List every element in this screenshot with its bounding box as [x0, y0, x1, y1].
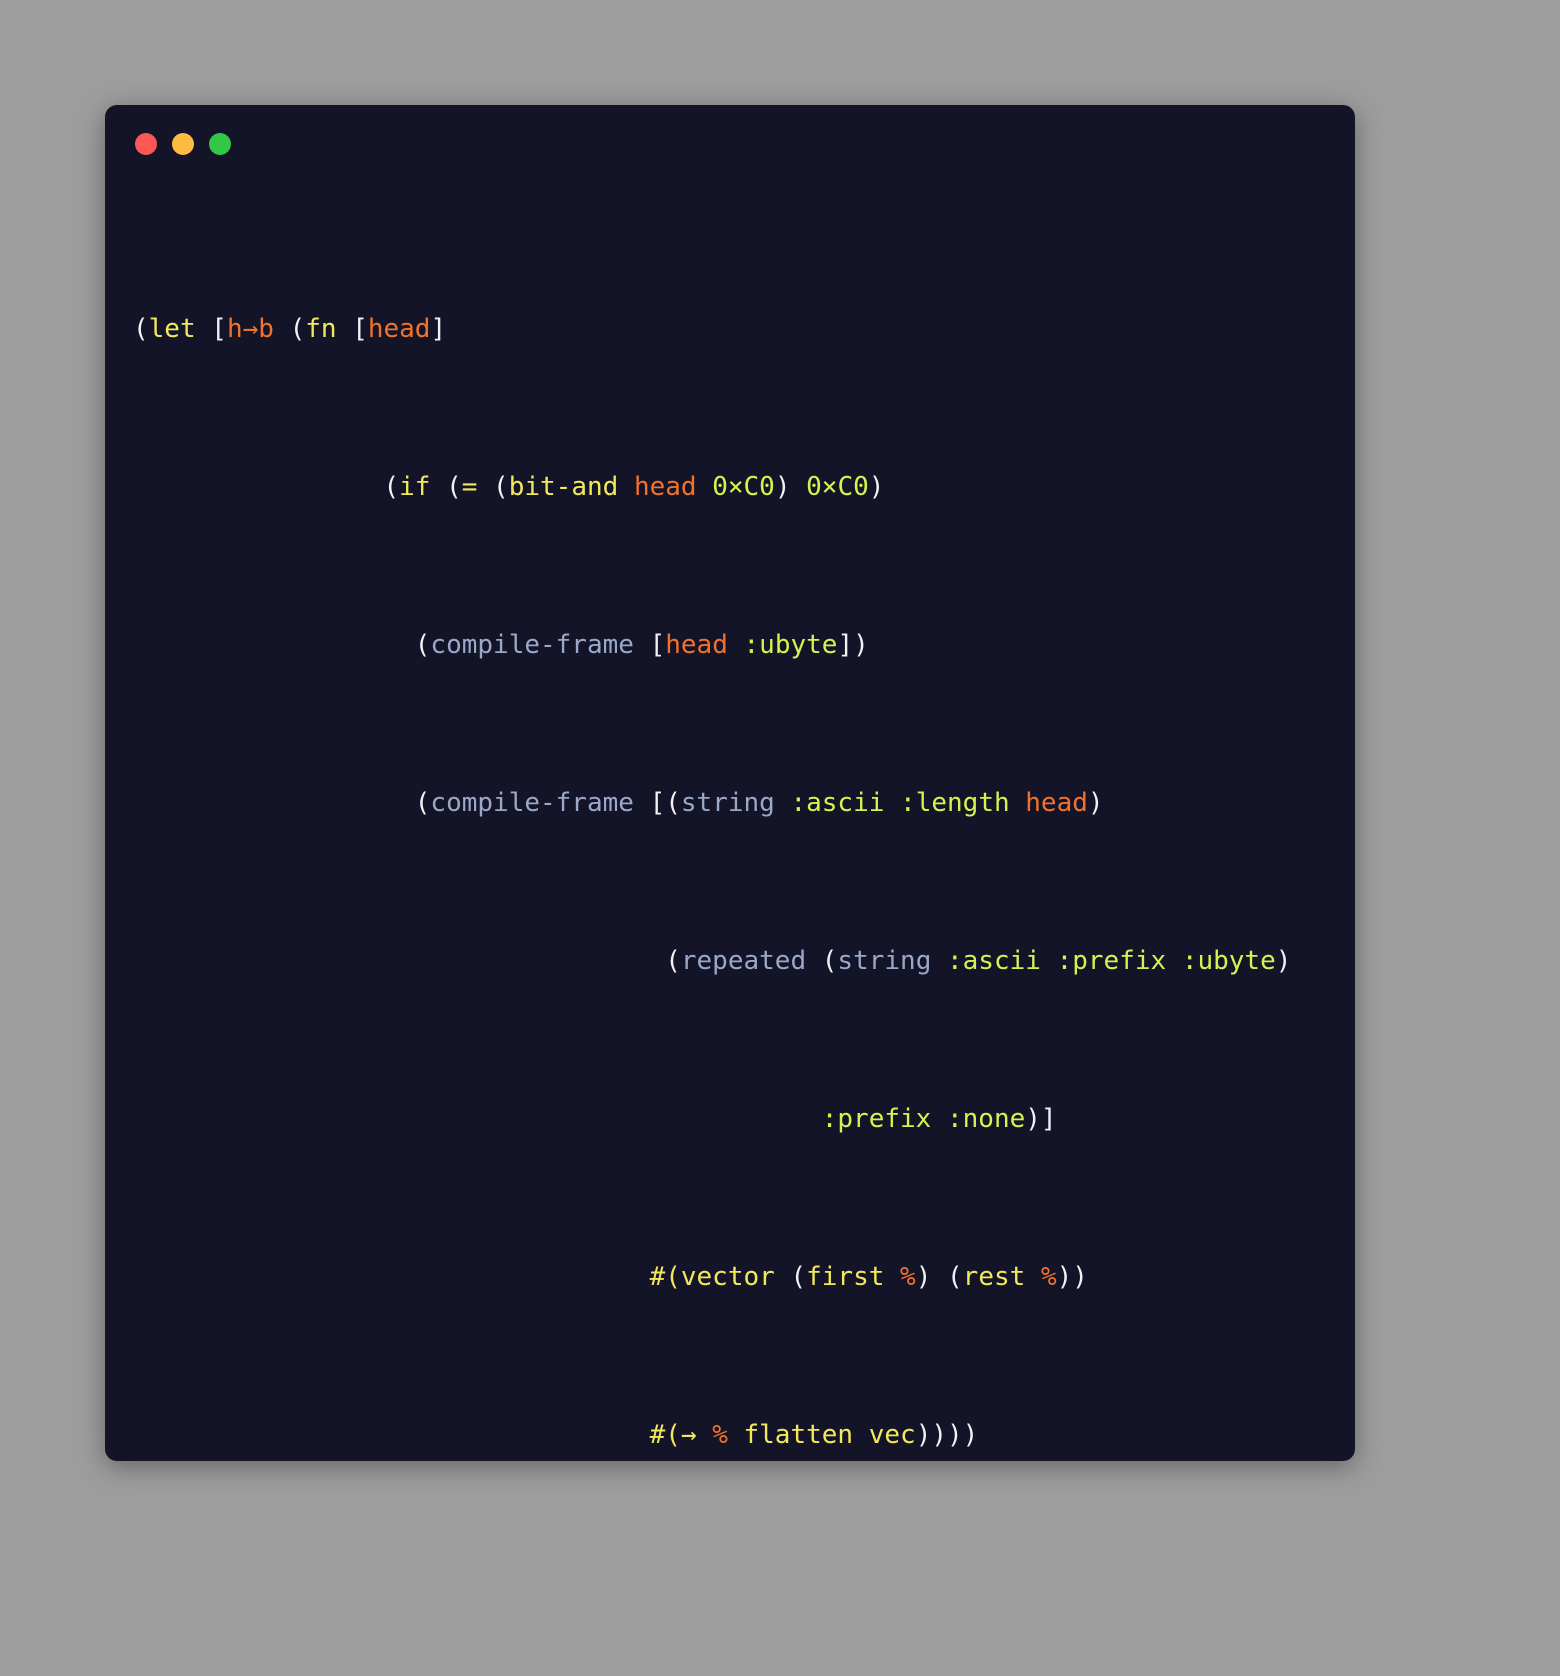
code-line: :prefix :none)] — [821, 1103, 1057, 1134]
code-line: (compile-frame [head :ubyte]) — [414, 629, 869, 660]
terminal-window: (let [h→b (fn [head] (if (= (bit-and hea… — [105, 105, 1355, 1461]
code-line: (let [h→b (fn [head] — [133, 313, 447, 344]
code-editor[interactable]: (let [h→b (fn [head] (if (= (bit-and hea… — [105, 183, 1355, 1461]
code-line: (if (= (bit-and head 0×C0) 0×C0) — [383, 471, 885, 502]
window-titlebar — [105, 105, 1355, 183]
zoom-button[interactable] — [209, 133, 231, 155]
minimize-button[interactable] — [172, 133, 194, 155]
desktop-background: (let [h→b (fn [head] (if (= (bit-and hea… — [0, 0, 1560, 1676]
code-line: (repeated (string :ascii :prefix :ubyte) — [665, 945, 1292, 976]
close-button[interactable] — [135, 133, 157, 155]
code-line: #(vector (first %) (rest %)) — [649, 1261, 1088, 1292]
code-line: #(→ % flatten vec)))) — [649, 1419, 979, 1450]
code-line: (compile-frame [(string :ascii :length h… — [414, 787, 1104, 818]
